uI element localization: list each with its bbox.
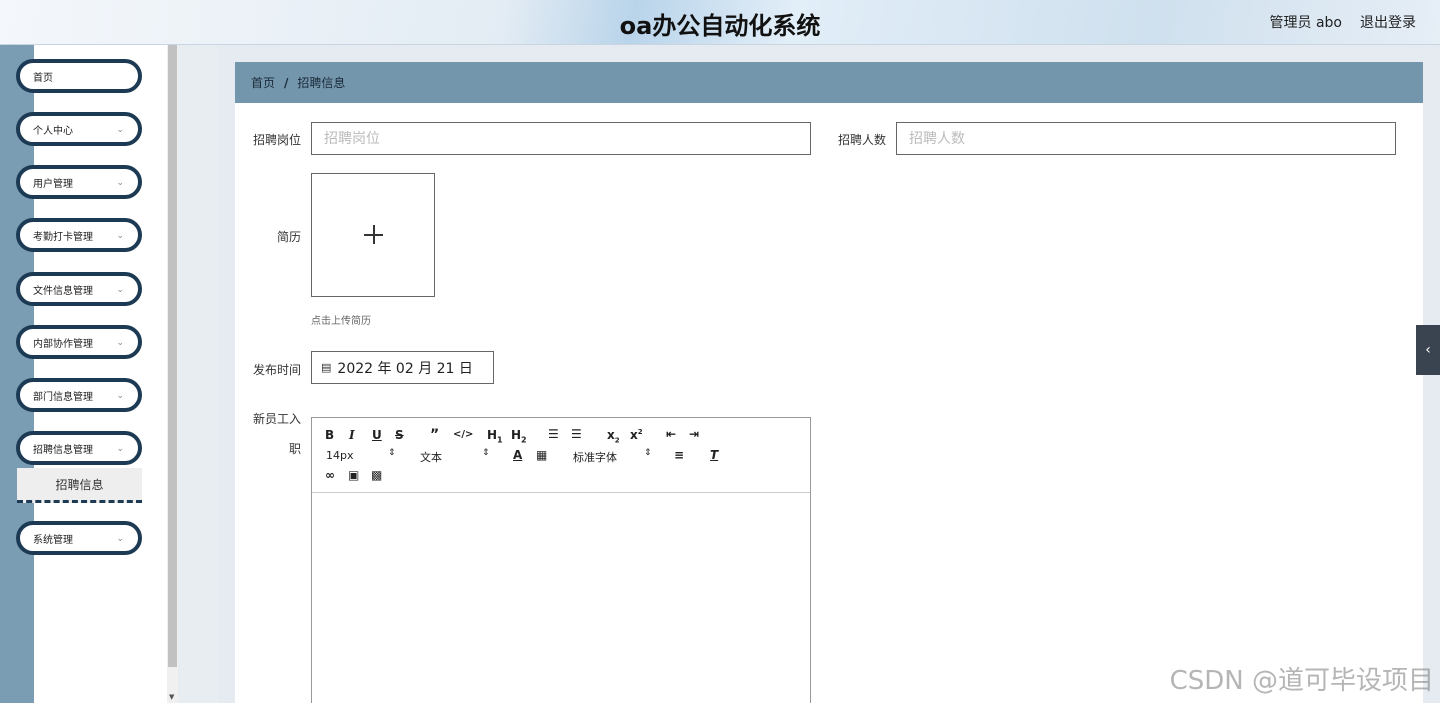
superscript-icon[interactable]: x2 [630,428,643,442]
sidebar-item-label: 用户管理 [33,178,73,190]
position-input[interactable] [311,122,811,155]
sidebar-item-system[interactable]: 系统管理 ⌄ [16,521,142,555]
clear-format-icon[interactable]: T [710,448,718,462]
sidebar-item-user-management[interactable]: 用户管理 ⌄ [16,165,142,199]
calendar-icon: ▤ [321,361,332,374]
rich-text-editor: B I U S ” </> H1 H2 ☰ ☰ x2 x2 ⇤ ⇥ 14px ⇕… [311,417,811,703]
background-color-icon[interactable]: ▦ [536,448,547,462]
breadcrumb-current: 招聘信息 [297,76,346,90]
logout-link[interactable]: 退出登录 [1360,12,1416,32]
strikethrough-icon[interactable]: S [395,428,404,442]
bold-icon[interactable]: B [325,428,334,442]
subscript-icon[interactable]: x2 [607,428,620,444]
sidebar-item-label: 个人中心 [33,125,73,137]
resume-upload-hint: 点击上传简历 [311,316,371,327]
ordered-list-icon[interactable]: ☰ [548,427,559,441]
chevron-down-icon: ⌄ [116,125,124,135]
font-family-select[interactable]: 标准字体 [573,449,617,465]
align-icon[interactable]: ≡ [674,448,684,462]
position-label: 招聘岗位 [252,133,301,147]
sidebar-item-label: 部门信息管理 [33,391,93,403]
font-family-select-arrow-icon[interactable]: ⇕ [644,448,652,458]
plus-icon-vertical [373,225,375,244]
sidebar-item-internal-collab[interactable]: 内部协作管理 ⌄ [16,325,142,359]
chevron-down-icon: ⌄ [116,231,124,241]
editor-toolbar: B I U S ” </> H1 H2 ☰ ☰ x2 x2 ⇤ ⇥ 14px ⇕… [312,418,810,493]
chevron-down-icon: ⌄ [116,444,124,454]
underline-icon[interactable]: U [372,428,382,442]
text-type-select[interactable]: 文本 [420,449,442,465]
link-icon[interactable]: ∞ [325,468,335,482]
resume-label: 简历 [276,230,301,244]
form-panel: 首页 / 招聘信息 招聘岗位 招聘人数 简历 点击上传简历 发布时间 ▤ 202… [235,62,1423,703]
font-color-icon[interactable]: A [513,448,522,462]
chevron-down-icon: ⌄ [116,534,124,544]
sidebar-item-label: 考勤打卡管理 [33,231,93,243]
count-label: 招聘人数 [837,133,886,147]
chevron-left-icon: ‹ [1425,342,1431,358]
collapse-panel-button[interactable]: ‹ [1416,325,1440,375]
sidebar-item-label: 文件信息管理 [33,285,93,297]
requirement-label-line2: 职 [288,442,301,456]
publish-time-label: 发布时间 [252,363,301,377]
indent-icon[interactable]: ⇥ [689,427,699,441]
blockquote-icon[interactable]: ” [430,427,439,443]
publish-date-picker[interactable]: ▤ 2022 年 02 月 21 日 [311,351,494,384]
count-input[interactable] [896,122,1396,155]
video-icon[interactable]: ▩ [371,468,382,482]
italic-icon[interactable]: I [349,428,355,442]
requirement-label-line1: 新员工入 [252,412,301,426]
chevron-down-icon: ⌄ [116,285,124,295]
watermark: CSDN @道可毕设项目 [1169,666,1434,696]
top-header: oa办公自动化系统 管理员 abo 退出登录 [0,0,1440,45]
sidebar-item-label: 内部协作管理 [33,338,93,350]
sidebar-scrollbar[interactable]: ▼ [167,45,178,703]
sidebar-item-label: 招聘信息管理 [33,444,93,456]
sidebar-item-home[interactable]: 首页 [16,59,142,93]
text-type-select-arrow-icon[interactable]: ⇕ [482,448,490,458]
font-size-select[interactable]: 14px [326,449,354,462]
chevron-down-icon: ⌄ [116,391,124,401]
sidebar-item-label: 首页 [33,72,53,84]
scrollbar-thumb[interactable] [168,45,177,667]
sidebar-item-department[interactable]: 部门信息管理 ⌄ [16,378,142,412]
app-title: oa办公自动化系统 [619,12,821,40]
sidebar-item-file-info[interactable]: 文件信息管理 ⌄ [16,272,142,306]
heading2-icon[interactable]: H2 [511,428,527,444]
chevron-down-icon: ⌄ [116,338,124,348]
sidebar-subitem-recruitment-info[interactable]: 招聘信息 [17,468,142,503]
resume-upload-button[interactable] [311,173,435,297]
breadcrumb-separator: / [284,75,289,90]
font-size-select-arrow-icon[interactable]: ⇕ [388,448,396,458]
scroll-down-arrow-icon[interactable]: ▼ [169,693,174,701]
sidebar-item-personal-center[interactable]: 个人中心 ⌄ [16,112,142,146]
current-user: 管理员 abo [1269,15,1342,31]
sidebar-item-label: 系统管理 [33,534,73,546]
sidebar-item-recruitment[interactable]: 招聘信息管理 ⌄ [16,431,142,465]
breadcrumb: 首页 / 招聘信息 [235,62,1423,103]
chevron-down-icon: ⌄ [116,178,124,188]
breadcrumb-home[interactable]: 首页 [251,74,275,91]
sidebar: 首页 个人中心 ⌄ 用户管理 ⌄ 考勤打卡管理 ⌄ 文件信息管理 ⌄ 内部协作管… [0,45,178,703]
sidebar-item-attendance[interactable]: 考勤打卡管理 ⌄ [16,218,142,252]
publish-date-value: 2022 年 02 月 21 日 [337,360,473,377]
editor-content-area[interactable] [312,493,810,703]
code-icon[interactable]: </> [453,429,473,440]
image-icon[interactable]: ▣ [348,468,359,482]
heading1-icon[interactable]: H1 [487,428,503,444]
outdent-icon[interactable]: ⇤ [666,427,676,441]
bullet-list-icon[interactable]: ☰ [571,427,582,441]
